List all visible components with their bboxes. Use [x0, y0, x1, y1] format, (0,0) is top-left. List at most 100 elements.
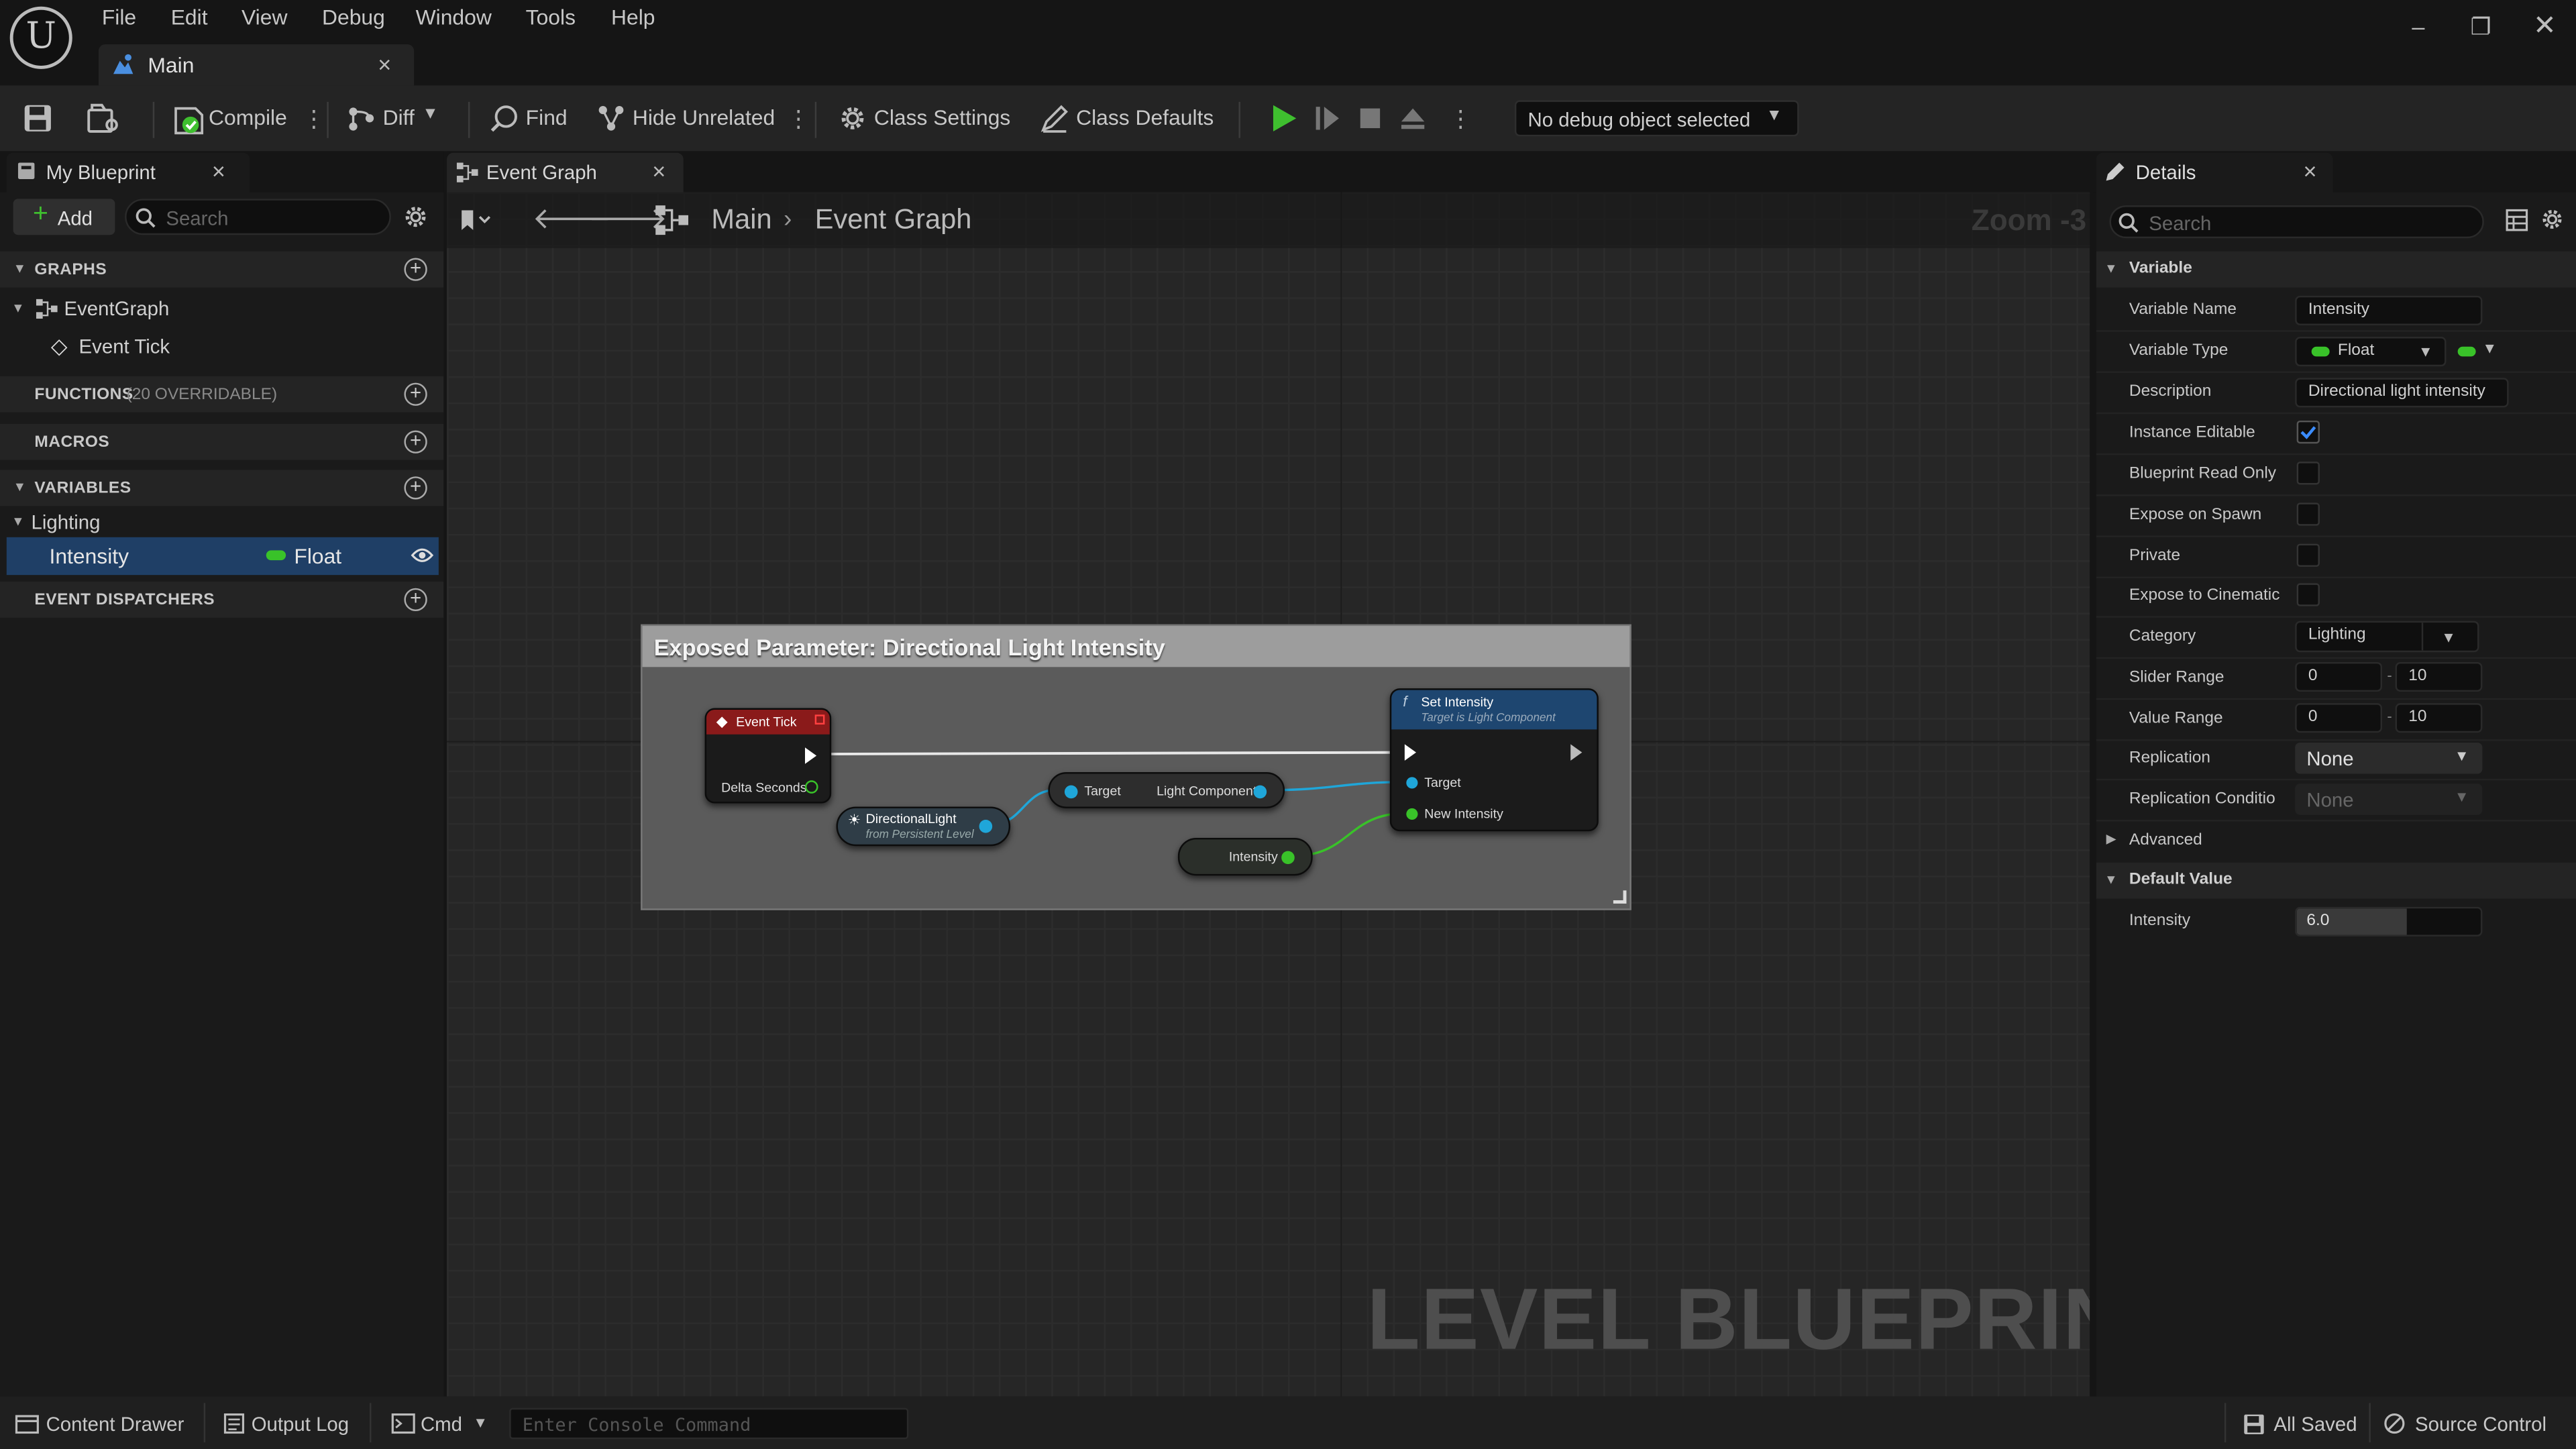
add-macro-icon[interactable]: +	[404, 431, 427, 453]
object-in-pin[interactable]	[1406, 777, 1418, 789]
details-tab[interactable]: Details ×	[2096, 152, 2333, 193]
replication-dropdown[interactable]: None ▼	[2295, 742, 2483, 774]
instance-editable-checkbox[interactable]	[2296, 420, 2320, 444]
compile-button[interactable]: Compile	[209, 105, 287, 130]
menu-debug[interactable]: Debug	[322, 5, 385, 30]
diff-button[interactable]: Diff	[383, 105, 415, 130]
play-icon[interactable]	[1269, 103, 1298, 133]
blueprint-read-only-checkbox[interactable]	[2296, 462, 2320, 485]
blueprint-search-input[interactable]: Search	[125, 199, 391, 235]
value-range-max[interactable]: 10	[2395, 703, 2483, 733]
node-event-tick[interactable]: ◆ Event Tick Delta Seconds	[704, 708, 832, 804]
add-variable-icon[interactable]: +	[404, 476, 427, 500]
menu-tools[interactable]: Tools	[526, 5, 576, 30]
output-log-button[interactable]: Output Log	[252, 1413, 349, 1436]
slider-range-max[interactable]: 10	[2395, 661, 2483, 692]
console-command-input[interactable]: Enter Console Command	[509, 1407, 909, 1440]
object-in-pin[interactable]	[1064, 785, 1078, 799]
delegate-pin-icon[interactable]	[814, 714, 825, 725]
details-search-input[interactable]: Search	[2109, 205, 2484, 239]
category-combobox[interactable]: Lighting ▼	[2295, 621, 2479, 653]
description-field[interactable]: Directional light intensity	[2295, 378, 2509, 408]
menu-view[interactable]: View	[241, 5, 287, 30]
step-icon[interactable]	[1313, 103, 1342, 133]
float-out-pin[interactable]	[805, 780, 818, 794]
document-tab-main[interactable]: Main ×	[98, 44, 415, 86]
menu-file[interactable]: File	[102, 5, 136, 30]
exec-out-pin[interactable]	[1570, 744, 1582, 761]
variable-category-header[interactable]: ▼ Variable	[2096, 251, 2576, 288]
compile-status-icon[interactable]	[172, 103, 205, 136]
restore-icon[interactable]: ❐	[2463, 10, 2499, 43]
debug-object-dropdown[interactable]: No debug object selected ▼	[1514, 100, 1799, 137]
variable-type-dropdown[interactable]: Float ▼	[2295, 337, 2447, 367]
class-settings-button[interactable]: Class Settings	[874, 105, 1010, 130]
all-saved-button[interactable]: All Saved	[2273, 1413, 2357, 1436]
object-out-pin[interactable]	[979, 820, 993, 833]
settings-gear-icon[interactable]	[402, 204, 429, 230]
eject-icon[interactable]	[1398, 103, 1428, 133]
unreal-logo-icon[interactable]: U	[9, 6, 72, 69]
exec-out-pin[interactable]	[805, 747, 817, 764]
settings-gear-icon[interactable]	[2540, 207, 2565, 232]
category-lighting[interactable]: ▼ Lighting	[0, 508, 443, 537]
close-icon[interactable]: ×	[212, 158, 225, 184]
cmd-dropdown[interactable]: Cmd	[421, 1413, 462, 1436]
close-icon[interactable]: ×	[652, 158, 665, 184]
float-out-pin[interactable]	[1281, 851, 1295, 865]
add-button[interactable]: + Add	[13, 199, 115, 235]
event-dispatchers-section-header[interactable]: EVENT DISPATCHERS +	[0, 581, 444, 618]
browse-icon[interactable]	[87, 103, 120, 133]
slider-range-min[interactable]: 0	[2295, 661, 2383, 692]
source-control-button[interactable]: Source Control	[2415, 1413, 2546, 1436]
find-button[interactable]: Find	[526, 105, 568, 130]
container-type-dropdown[interactable]: ▼	[2455, 337, 2504, 366]
expose-to-cinematics-checkbox[interactable]	[2296, 583, 2320, 606]
add-graph-icon[interactable]: +	[404, 258, 427, 281]
variables-section-header[interactable]: ▼ VARIABLES +	[0, 470, 444, 506]
tree-item-eventgraph[interactable]: ▼ EventGraph	[0, 290, 443, 327]
class-defaults-button[interactable]: Class Defaults	[1076, 105, 1214, 130]
minimize-icon[interactable]: –	[2400, 10, 2436, 43]
node-directional-light[interactable]: ☀ DirectionalLight from Persistent Level	[836, 806, 1011, 847]
exec-in-pin[interactable]	[1404, 744, 1417, 761]
default-intensity-slider[interactable]: 6.0	[2295, 906, 2483, 936]
object-out-pin[interactable]	[1253, 785, 1267, 799]
replication-condition-dropdown[interactable]: None ▼	[2295, 784, 2483, 815]
float-in-pin[interactable]	[1406, 808, 1418, 820]
content-drawer-button[interactable]: Content Drawer	[46, 1413, 184, 1436]
private-checkbox[interactable]	[2296, 543, 2320, 567]
add-event-dispatcher-icon[interactable]: +	[404, 588, 427, 612]
close-icon[interactable]: ×	[378, 51, 391, 77]
node-light-component[interactable]: Target Light Component	[1048, 772, 1285, 808]
functions-section-header[interactable]: FUNCTIONS (20 OVERRIDABLE) +	[0, 376, 444, 413]
play-options-icon[interactable]: ⋮	[1449, 102, 1472, 135]
event-graph-tab[interactable]: Event Graph ×	[447, 152, 684, 193]
graphs-section-header[interactable]: ▼ GRAPHS +	[0, 251, 444, 288]
graph-canvas[interactable]: 🡐 🡒 Main › Event Graph Zoom -3 Exposed P…	[447, 192, 2090, 1397]
macros-section-header[interactable]: MACROS +	[0, 423, 444, 460]
add-function-icon[interactable]: +	[404, 382, 427, 406]
tree-item-event-tick[interactable]: ◇ Event Tick	[0, 329, 443, 365]
node-set-intensity[interactable]: f Set Intensity Target is Light Componen…	[1389, 688, 1599, 832]
value-range-min[interactable]: 0	[2295, 703, 2383, 733]
compile-options-icon[interactable]: ⋮	[303, 102, 325, 135]
chevron-down-icon[interactable]: ▼	[422, 105, 438, 123]
eye-icon[interactable]	[411, 547, 434, 564]
save-icon[interactable]	[23, 103, 52, 133]
close-icon[interactable]: ×	[2303, 158, 2316, 184]
chevron-down-icon[interactable]: ▼	[473, 1415, 488, 1431]
advanced-expander[interactable]: ▶ Advanced	[2096, 823, 2576, 859]
menu-edit[interactable]: Edit	[171, 5, 208, 30]
my-blueprint-tab[interactable]: My Blueprint ×	[6, 152, 250, 193]
default-value-category-header[interactable]: ▼ Default Value	[2096, 862, 2576, 899]
variable-name-field[interactable]: Intensity	[2295, 295, 2483, 325]
menu-help[interactable]: Help	[611, 5, 655, 30]
window-close-icon[interactable]: ✕	[2527, 10, 2563, 43]
stop-icon[interactable]	[1355, 103, 1385, 133]
expose-on-spawn-checkbox[interactable]	[2296, 502, 2320, 526]
more-options-icon[interactable]: ⋮	[787, 102, 810, 135]
node-intensity-getter[interactable]: Intensity	[1177, 837, 1313, 876]
menu-window[interactable]: Window	[416, 5, 492, 30]
hide-unrelated-button[interactable]: Hide Unrelated	[633, 105, 775, 130]
